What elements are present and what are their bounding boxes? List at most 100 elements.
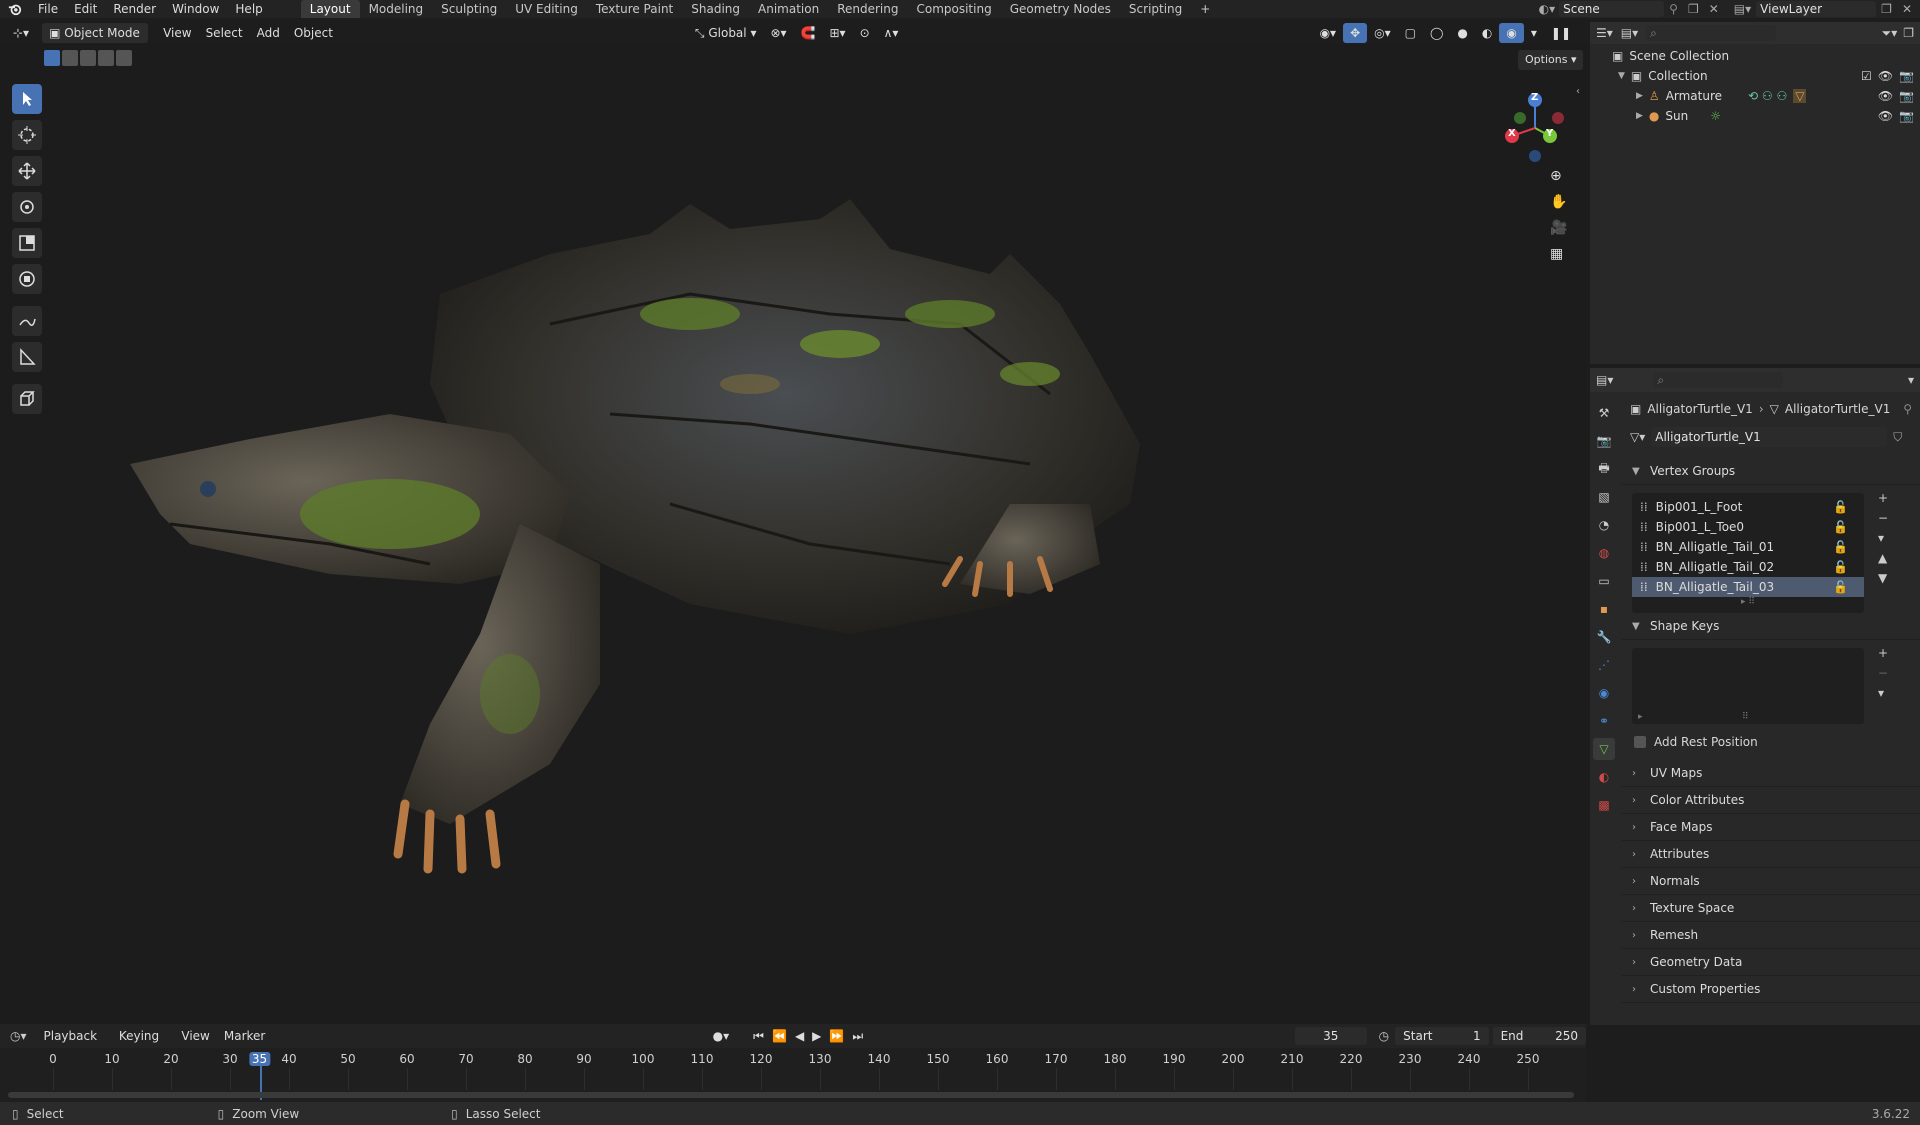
outliner-row-armature[interactable]: ▶ ♙ Armature ⟲ ⚇ ⚇ ▽ 👁 📷 — [1590, 86, 1920, 106]
outliner-row-collection[interactable]: ▼ ▣ Collection ☑ 👁 📷 — [1590, 66, 1920, 86]
add-workspace-button[interactable]: + — [1191, 0, 1219, 18]
tab-sculpting[interactable]: Sculpting — [432, 0, 506, 18]
grid-view-icon[interactable]: ▦ — [1550, 246, 1567, 262]
transform-orientation-dropdown[interactable]: ⤡ Global ▾ — [688, 23, 764, 43]
shape-keys-header[interactable]: ▼ Shape Keys — [1622, 613, 1920, 640]
viewport-menu-add[interactable]: Add — [250, 23, 287, 43]
timeline-editor-icon[interactable]: ◷▾ — [10, 1029, 27, 1043]
pivot-icon[interactable]: ⊗▾ — [763, 23, 793, 43]
xray-icon[interactable]: ▢ — [1398, 23, 1423, 43]
jump-keyframe-back-icon[interactable]: ⏪ — [772, 1029, 787, 1043]
mesh-name-field[interactable]: AlligatorTurtle_V1 — [1651, 427, 1888, 447]
tab-texture-paint[interactable]: Texture Paint — [587, 0, 682, 18]
jump-keyframe-forward-icon[interactable]: ⏩ — [829, 1029, 844, 1043]
list-item-selected[interactable]: ⁞⁞ BN_Alligatle_Tail_03 🔓 — [1632, 577, 1864, 597]
list-item[interactable]: ⁞⁞ BN_Alligatle_Tail_01 🔓 — [1632, 537, 1864, 557]
tab-modeling[interactable]: Modeling — [360, 0, 433, 18]
collection-tab-icon[interactable]: ▭ — [1593, 570, 1615, 592]
proportional-edit-icon[interactable]: ⊙ — [853, 23, 877, 43]
panel-color-attributes[interactable]: › Color Attributes — [1622, 787, 1920, 814]
view-layer-tab-icon[interactable]: ▧ — [1593, 486, 1615, 508]
sidebar-toggle-icon[interactable]: ‹ — [1576, 86, 1580, 97]
lock-icon[interactable]: 🔓 — [1833, 560, 1848, 574]
remove-shape-key-button[interactable]: − — [1878, 666, 1888, 680]
remove-vertex-group-button[interactable]: − — [1878, 511, 1888, 525]
eye-icon[interactable]: 👁 — [1878, 69, 1893, 83]
pin-icon[interactable]: ⚲ — [1669, 2, 1678, 16]
particles-tab-icon[interactable]: ⋰ — [1593, 654, 1615, 676]
lock-icon[interactable]: 🔓 — [1833, 540, 1848, 554]
checkbox-icon[interactable]: ☑ — [1861, 69, 1872, 83]
eye-icon[interactable]: 👁 — [1878, 109, 1893, 123]
jump-end-icon[interactable]: ⏭ — [852, 1029, 863, 1044]
texture-tab-icon[interactable]: ▩ — [1593, 794, 1615, 816]
camera-view-icon[interactable]: 🎥 — [1550, 220, 1567, 236]
current-frame-marker[interactable]: 35 — [248, 1052, 271, 1066]
overlay-icon[interactable]: ◎▾ — [1367, 23, 1398, 43]
add-rest-position-checkbox[interactable] — [1634, 736, 1646, 748]
new-scene-icon[interactable]: ❐ — [1688, 2, 1699, 16]
properties-search-input[interactable]: ⌕ — [1653, 372, 1784, 388]
lock-icon[interactable]: 🔓 — [1833, 580, 1848, 594]
tab-scripting[interactable]: Scripting — [1120, 0, 1191, 18]
tab-layout[interactable]: Layout — [300, 0, 360, 18]
tool-tab-icon[interactable]: ⚒ — [1593, 402, 1615, 424]
scene-field[interactable]: Scene — [1559, 1, 1665, 17]
annotate-tool[interactable] — [12, 306, 42, 336]
scale-tool[interactable] — [12, 228, 42, 258]
shape-key-specials-button[interactable]: ▾ — [1878, 686, 1888, 700]
panel-texture-space[interactable]: › Texture Space — [1622, 895, 1920, 922]
select-invert-icon[interactable] — [98, 50, 114, 66]
move-tool[interactable] — [12, 156, 42, 186]
blender-logo-icon[interactable] — [8, 2, 22, 16]
data-tab-icon[interactable]: ▽ — [1593, 738, 1615, 760]
shading-options-icon[interactable]: ▾ — [1524, 23, 1544, 43]
add-rest-position-row[interactable]: Add Rest Position — [1622, 730, 1920, 754]
3d-viewport[interactable]: Options ▾ Z Y X ‹ ⊕ ✋ 🎥 ▦ — [0, 44, 1586, 1024]
new-view-layer-icon[interactable]: ❐ — [1881, 2, 1892, 16]
scene-icon[interactable]: ◐▾ — [1539, 2, 1556, 16]
wireframe-shading-icon[interactable]: ◯ — [1423, 23, 1450, 43]
select-extend-icon[interactable] — [62, 50, 78, 66]
list-item[interactable]: ⁞⁞ Bip001_L_Toe0 🔓 — [1632, 517, 1864, 537]
tab-rendering[interactable]: Rendering — [828, 0, 907, 18]
panel-geometry-data[interactable]: › Geometry Data — [1622, 949, 1920, 976]
render-tab-icon[interactable]: 📷 — [1593, 430, 1615, 452]
vertex-group-list[interactable]: ⁞⁞ Bip001_L_Foot 🔓 ⁞⁞ Bip001_L_Toe0 🔓 ⁞⁞ BN_A… — [1632, 493, 1864, 613]
outliner-search-input[interactable]: ⌕ — [1646, 25, 1777, 41]
vertex-groups-header[interactable]: ▼ Vertex Groups — [1622, 458, 1920, 485]
list-resize-handle[interactable]: ▸ ⠿ — [1632, 597, 1864, 609]
move-down-button[interactable]: ▼ — [1878, 571, 1888, 585]
panel-remesh[interactable]: › Remesh — [1622, 922, 1920, 949]
pause-render-icon[interactable]: ❚❚ — [1544, 23, 1578, 43]
tab-compositing[interactable]: Compositing — [907, 0, 1000, 18]
material-tab-icon[interactable]: ◐ — [1593, 766, 1615, 788]
camera-icon[interactable]: 📷 — [1899, 109, 1914, 123]
physics-tab-icon[interactable]: ◉ — [1593, 682, 1615, 704]
expand-arrow-icon[interactable]: ▶ — [1636, 91, 1643, 101]
list-item[interactable]: ⁞⁞ Bip001_L_Foot 🔓 — [1632, 497, 1864, 517]
filter-icon[interactable]: ⏷▾ — [1882, 26, 1898, 41]
menu-help[interactable]: Help — [227, 0, 270, 18]
pan-hand-icon[interactable]: ✋ — [1550, 194, 1567, 210]
select-subtract-icon[interactable] — [80, 50, 96, 66]
world-tab-icon[interactable]: ◍ — [1593, 542, 1615, 564]
panel-custom-properties[interactable]: › Custom Properties — [1622, 976, 1920, 1003]
list-item[interactable]: ⁞⁞ BN_Alligatle_Tail_02 🔓 — [1632, 557, 1864, 577]
add-vertex-group-button[interactable]: + — [1878, 491, 1888, 505]
timeline-menu-marker[interactable]: Marker — [217, 1026, 272, 1046]
constraints-tab-icon[interactable]: ⚭ — [1593, 710, 1615, 732]
move-up-button[interactable]: ▲ — [1878, 551, 1888, 565]
shape-key-list[interactable]: ▸ ⠿ — [1632, 648, 1864, 724]
gizmo-toggle-icon[interactable]: ✥ — [1343, 23, 1368, 43]
mesh-icon[interactable]: ▽ — [1793, 89, 1807, 103]
fake-user-icon[interactable]: ⛉ — [1893, 430, 1902, 445]
rotate-tool[interactable] — [12, 192, 42, 222]
expand-arrow-icon[interactable]: ▶ — [1636, 111, 1643, 121]
timeline-menu-playback[interactable]: Playback ▾ — [37, 1026, 112, 1063]
outliner-editor-icon[interactable]: ☰▾ — [1596, 26, 1613, 40]
play-icon[interactable]: ▶ — [812, 1029, 821, 1043]
camera-icon[interactable]: 📷 — [1899, 69, 1914, 83]
mode-dropdown[interactable]: ▣ Object Mode ▾ — [42, 23, 149, 60]
panel-normals[interactable]: › Normals — [1622, 868, 1920, 895]
